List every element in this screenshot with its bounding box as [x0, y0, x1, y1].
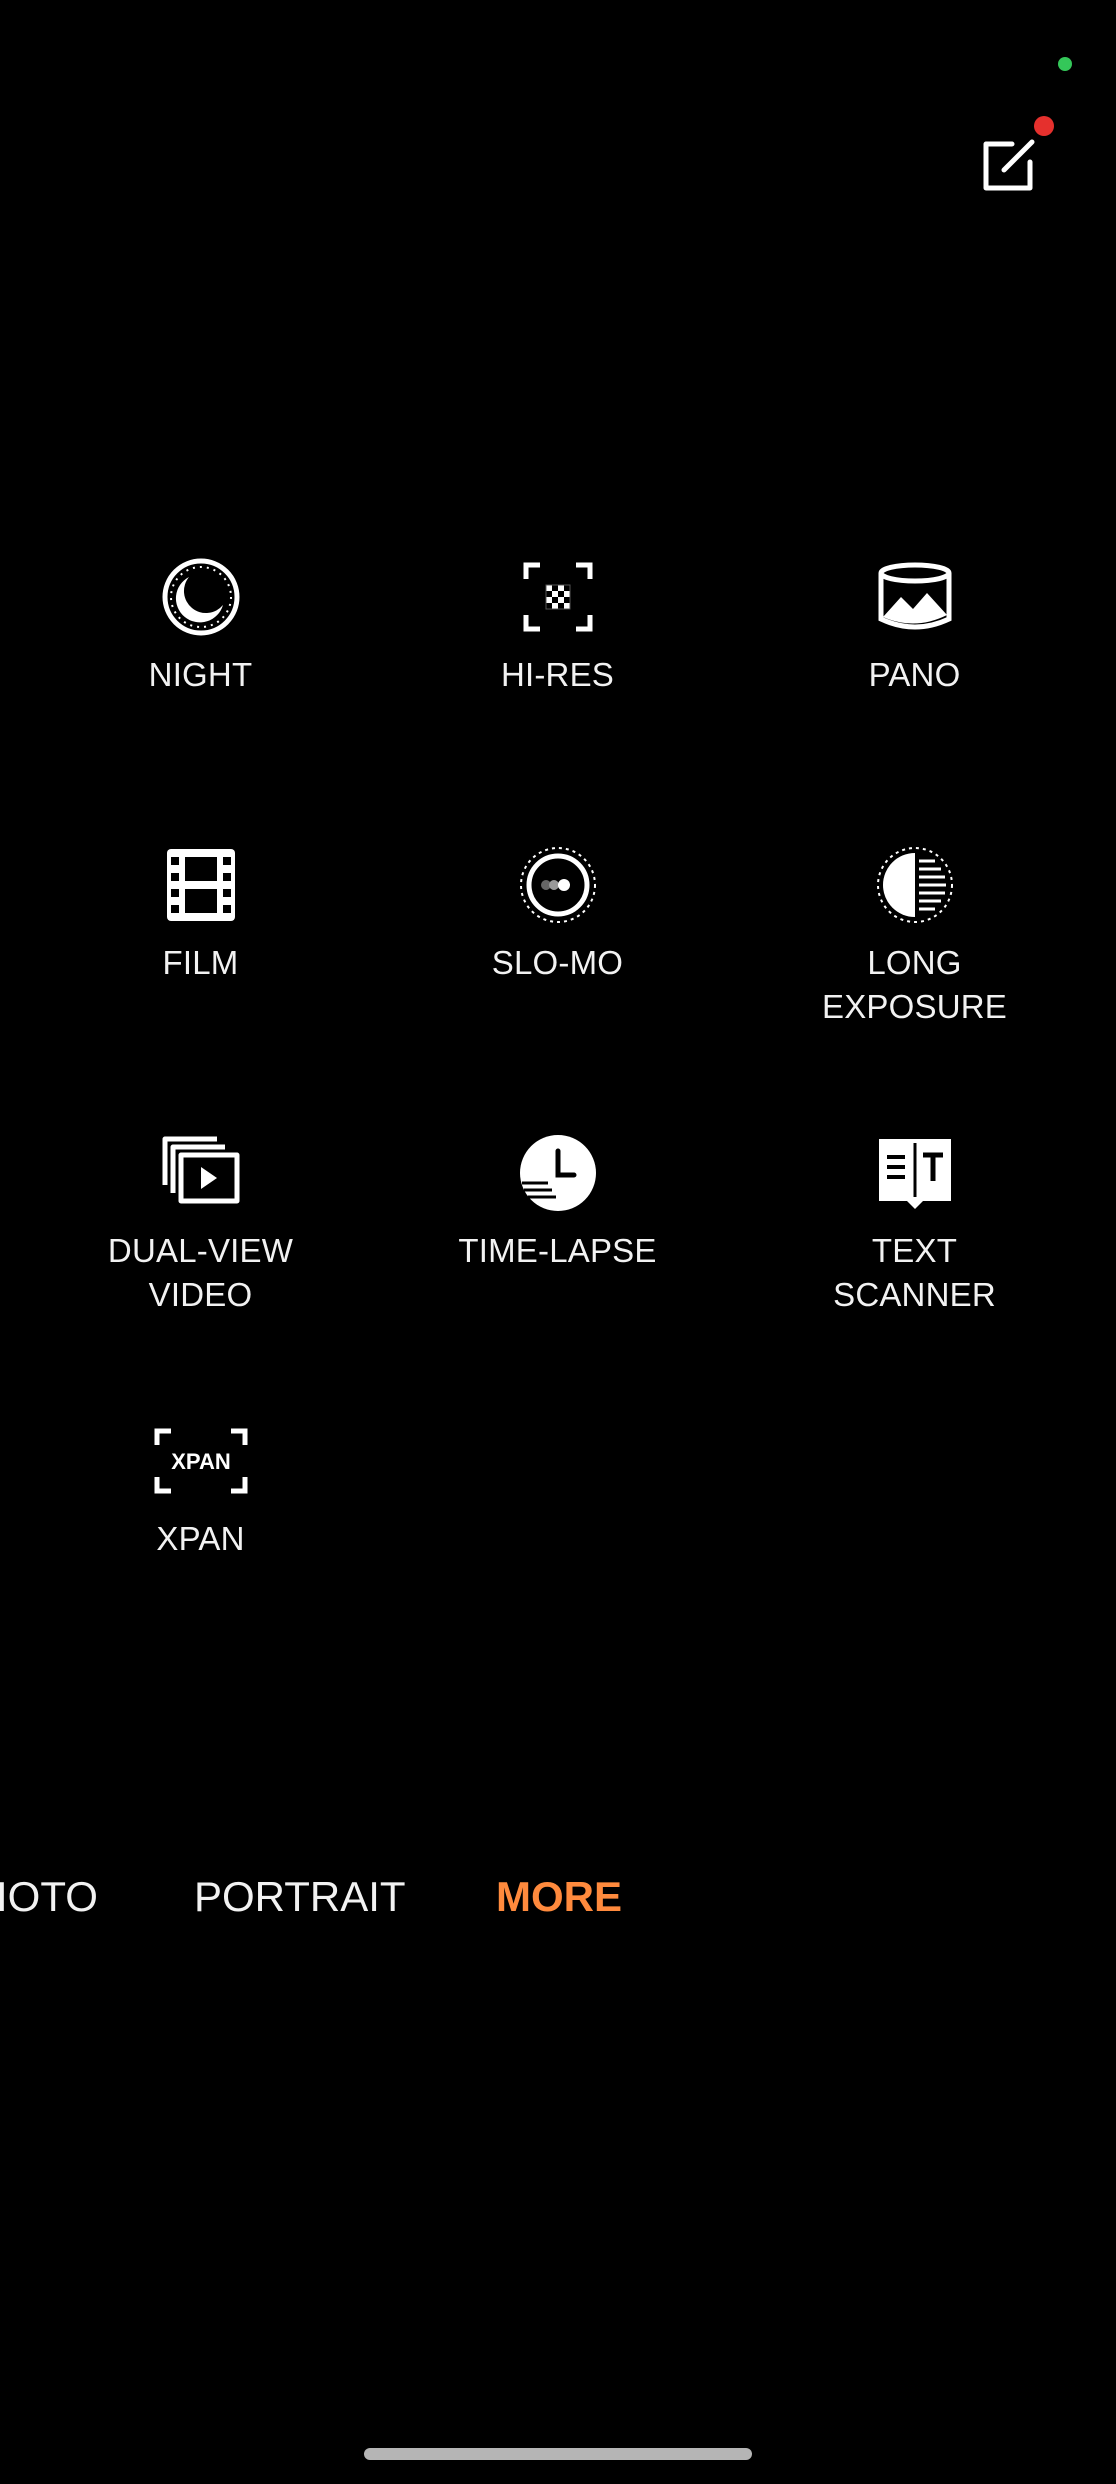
mode-film[interactable]: FILM — [22, 843, 379, 1131]
edit-square-icon — [972, 139, 1044, 206]
camera-mode-bar: IOTO PORTRAIT MORE — [0, 1862, 1116, 1932]
home-indicator[interactable] — [364, 2448, 752, 2460]
mode-dual-view-video[interactable]: DUAL-VIEW VIDEO — [22, 1131, 379, 1419]
night-moon-icon — [159, 555, 243, 639]
slow-motion-icon — [516, 843, 600, 927]
xpan-frame-icon: XPAN — [153, 1419, 249, 1503]
mode-text-scanner[interactable]: TEXT SCANNER — [736, 1131, 1093, 1419]
panorama-icon — [873, 555, 957, 639]
edit-modes-button[interactable] — [972, 130, 1044, 202]
camera-in-use-indicator — [1058, 57, 1072, 71]
mode-hi-res[interactable]: HI-RES — [379, 555, 736, 843]
mode-label: NIGHT — [148, 656, 253, 693]
mode-label: TEXT SCANNER — [833, 1232, 996, 1313]
mode-label: TIME-LAPSE — [458, 1232, 657, 1269]
mode-night[interactable]: NIGHT — [22, 555, 379, 843]
mode-long-exposure[interactable]: LONG EXPOSURE — [736, 843, 1093, 1131]
mode-pano[interactable]: PANO — [736, 555, 1093, 843]
long-exposure-icon — [873, 843, 957, 927]
mode-label: PANO — [868, 656, 961, 693]
dual-view-video-icon — [159, 1131, 243, 1215]
mode-label: DUAL-VIEW VIDEO — [107, 1232, 294, 1313]
xpan-icon-text: XPAN — [171, 1449, 231, 1474]
mode-grid: NIGHT HI-RES PANO FILM SLO-MO LONG EXPOS… — [0, 555, 1116, 1707]
mode-time-lapse[interactable]: TIME-LAPSE — [379, 1131, 736, 1419]
mode-slo-mo[interactable]: SLO-MO — [379, 843, 736, 1131]
camera-more-modes-screen: NIGHT HI-RES PANO FILM SLO-MO LONG EXPOS… — [0, 0, 1116, 2484]
mode-label: XPAN — [156, 1520, 245, 1557]
mode-label: SLO-MO — [491, 944, 624, 981]
mode-tab-more[interactable]: MORE — [496, 1862, 622, 1932]
time-lapse-clock-icon — [516, 1131, 600, 1215]
mode-xpan[interactable]: XPAN XPAN — [22, 1419, 379, 1707]
text-scanner-icon — [873, 1131, 957, 1215]
mode-label: FILM — [162, 944, 239, 981]
mode-tab-photo[interactable]: IOTO — [0, 1862, 98, 1932]
mode-label: HI-RES — [500, 656, 615, 693]
mode-tab-portrait[interactable]: PORTRAIT — [194, 1862, 406, 1932]
mode-label: LONG EXPOSURE — [822, 944, 1007, 1025]
film-strip-icon — [159, 843, 243, 927]
hi-res-grid-icon — [516, 555, 600, 639]
